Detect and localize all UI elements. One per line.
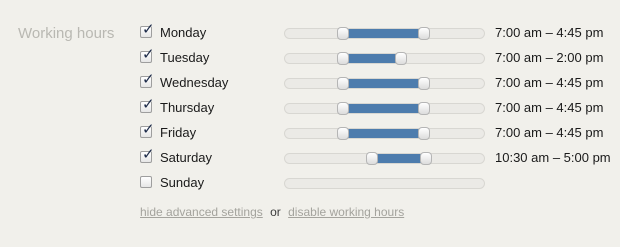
hours-slider[interactable] bbox=[284, 27, 485, 40]
slider-start-handle[interactable] bbox=[337, 102, 350, 115]
slider-end-handle[interactable] bbox=[419, 152, 432, 165]
check-icon: ✓ bbox=[142, 96, 155, 113]
hours-slider[interactable] bbox=[284, 127, 485, 140]
day-label: Tuesday bbox=[160, 50, 210, 65]
hours-slider[interactable] bbox=[284, 52, 485, 65]
day-label: Wednesday bbox=[160, 75, 229, 90]
slider-fill bbox=[343, 129, 424, 138]
hours-range-text: 7:00 am – 4:45 pm bbox=[495, 75, 604, 90]
saturday-checkbox[interactable]: ✓ bbox=[140, 147, 155, 163]
day-label: Sunday bbox=[160, 175, 205, 190]
slider-start-handle[interactable] bbox=[337, 127, 350, 140]
hours-slider[interactable] bbox=[284, 152, 485, 165]
day-label: Saturday bbox=[160, 150, 213, 165]
monday-checkbox[interactable]: ✓ bbox=[140, 22, 155, 38]
disable-working-hours-link[interactable]: disable working hours bbox=[288, 205, 404, 219]
check-icon: ✓ bbox=[142, 46, 155, 63]
day-row-thursday: ✓ Thursday 7:00 am – 4:45 pm bbox=[0, 97, 620, 122]
hours-slider-disabled bbox=[284, 178, 485, 189]
slider-end-handle[interactable] bbox=[417, 27, 430, 40]
footer-links: hide advanced settings or disable workin… bbox=[140, 205, 404, 219]
day-row-friday: ✓ Friday 7:00 am – 4:45 pm bbox=[0, 122, 620, 147]
day-label: Thursday bbox=[160, 100, 215, 115]
hours-range-text: 7:00 am – 4:45 pm bbox=[495, 125, 604, 140]
hours-range-text: 7:00 am – 4:45 pm bbox=[495, 100, 604, 115]
hours-slider[interactable] bbox=[284, 77, 485, 90]
slider-start-handle[interactable] bbox=[366, 152, 379, 165]
slider-start-handle[interactable] bbox=[337, 52, 350, 65]
tuesday-checkbox[interactable]: ✓ bbox=[140, 47, 155, 63]
working-hours-rows: ✓ Monday 7:00 am – 4:45 pm ✓ Tuesday 7:0… bbox=[0, 22, 620, 197]
day-row-monday: ✓ Monday 7:00 am – 4:45 pm bbox=[0, 22, 620, 47]
check-icon: ✓ bbox=[142, 71, 155, 88]
check-icon: ✓ bbox=[142, 21, 155, 38]
slider-end-handle[interactable] bbox=[395, 52, 408, 65]
check-icon: ✓ bbox=[142, 146, 155, 163]
day-row-wednesday: ✓ Wednesday 7:00 am – 4:45 pm bbox=[0, 72, 620, 97]
slider-fill bbox=[343, 79, 424, 88]
hours-range-text: 7:00 am – 4:45 pm bbox=[495, 25, 604, 40]
day-label: Monday bbox=[160, 25, 207, 40]
slider-fill bbox=[343, 104, 424, 113]
slider-fill bbox=[372, 154, 426, 163]
hours-slider[interactable] bbox=[284, 102, 485, 115]
slider-start-handle[interactable] bbox=[337, 77, 350, 90]
day-row-sunday: Sunday bbox=[0, 172, 620, 197]
day-label: Friday bbox=[160, 125, 197, 140]
slider-fill bbox=[343, 54, 401, 63]
or-separator: or bbox=[270, 205, 281, 219]
slider-start-handle[interactable] bbox=[337, 27, 350, 40]
thursday-checkbox[interactable]: ✓ bbox=[140, 97, 155, 113]
hours-range-text: 10:30 am – 5:00 pm bbox=[495, 150, 611, 165]
hide-advanced-settings-link[interactable]: hide advanced settings bbox=[140, 205, 263, 219]
slider-end-handle[interactable] bbox=[417, 127, 430, 140]
slider-end-handle[interactable] bbox=[417, 102, 430, 115]
slider-fill bbox=[343, 29, 424, 38]
wednesday-checkbox[interactable]: ✓ bbox=[140, 72, 155, 88]
check-icon: ✓ bbox=[142, 121, 155, 138]
day-row-saturday: ✓ Saturday 10:30 am – 5:00 pm bbox=[0, 147, 620, 172]
day-row-tuesday: ✓ Tuesday 7:00 am – 2:00 pm bbox=[0, 47, 620, 72]
friday-checkbox[interactable]: ✓ bbox=[140, 122, 155, 138]
sunday-checkbox[interactable] bbox=[140, 176, 152, 188]
hours-range-text: 7:00 am – 2:00 pm bbox=[495, 50, 604, 65]
slider-end-handle[interactable] bbox=[417, 77, 430, 90]
